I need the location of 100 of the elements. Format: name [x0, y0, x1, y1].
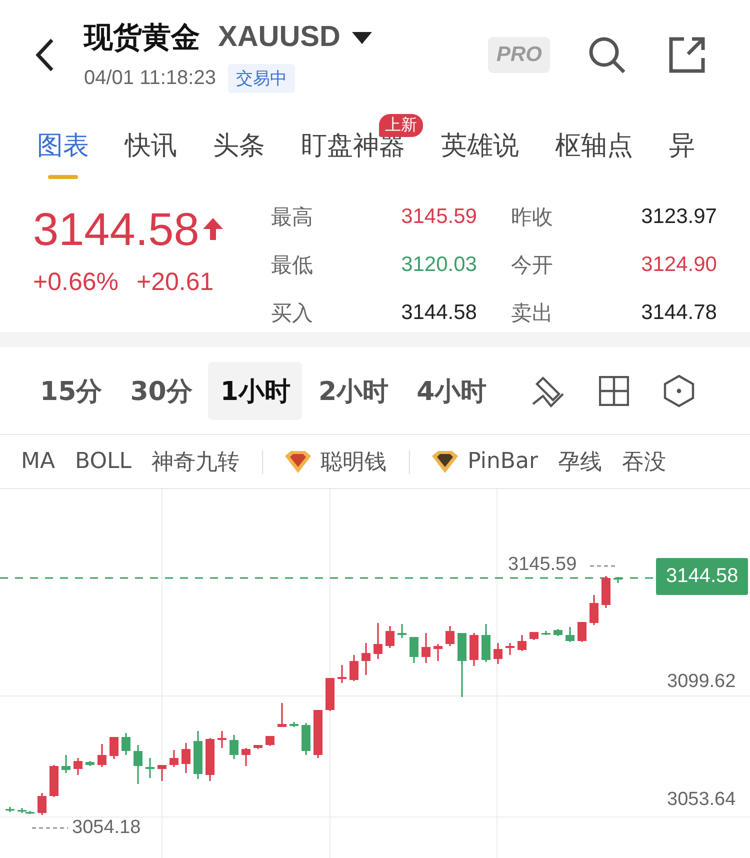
- candlestick: [134, 745, 142, 784]
- stat-label: 最高: [271, 204, 314, 231]
- candlestick: [602, 576, 610, 608]
- high-price-label: 3145.59: [508, 554, 577, 576]
- candlestick: [122, 733, 130, 755]
- indicator-button[interactable]: 吞没: [622, 446, 674, 476]
- change-percent: +0.66%: [33, 268, 118, 297]
- candlestick: [410, 637, 418, 663]
- stat-value: 3144.58: [400, 301, 477, 326]
- candlestick: [362, 643, 370, 675]
- candlestick: [302, 723, 310, 755]
- period-tab[interactable]: 4小时: [404, 362, 499, 420]
- candlestick: [6, 807, 14, 812]
- stat-label: 卖出: [510, 300, 554, 328]
- indicator-button[interactable]: 聪明钱: [282, 446, 395, 476]
- candlestick: [326, 678, 334, 711]
- candlestick: [554, 629, 562, 636]
- stat-label: 买入: [271, 300, 314, 328]
- tab[interactable]: 枢轴点: [555, 110, 633, 182]
- candlestick: [74, 758, 82, 775]
- period-tab[interactable]: 30分: [118, 362, 204, 420]
- candlestick: [146, 758, 154, 778]
- active-tab-indicator: [48, 175, 78, 179]
- candlestick: [542, 631, 550, 635]
- candlestick: [350, 655, 358, 681]
- candlestick: [518, 635, 526, 651]
- candlestick: [266, 736, 274, 746]
- indicator-button[interactable]: MA: [21, 449, 64, 474]
- candlestick: [374, 623, 382, 659]
- search-icon[interactable]: [588, 36, 626, 74]
- candlestick: [578, 622, 586, 642]
- candlestick: [98, 744, 106, 767]
- candlestick: [530, 632, 538, 640]
- dropdown-caret-icon[interactable]: [352, 30, 372, 44]
- symbol-label[interactable]: XAUUSD: [218, 21, 340, 54]
- stat-label: 今开: [510, 252, 554, 279]
- stat-value: 3120.03: [400, 252, 477, 277]
- candlestick: [206, 738, 214, 781]
- indicator-button[interactable]: BOLL: [75, 449, 140, 474]
- indicator-button[interactable]: PinBar: [430, 449, 546, 474]
- stat-value: 3144.78: [640, 301, 717, 326]
- period-tab[interactable]: 2小时: [306, 362, 401, 420]
- candlestick: [614, 577, 622, 583]
- new-badge: 上新: [379, 114, 423, 137]
- change-amount: +20.61: [136, 268, 214, 297]
- stat-label: 昨收: [510, 204, 554, 231]
- axis-price-label: 3053.64: [667, 789, 736, 811]
- instrument-title: 现货黄金: [84, 18, 200, 56]
- candlestick: [506, 643, 514, 655]
- candlestick: [590, 595, 598, 625]
- candlestick: [38, 793, 46, 815]
- candlestick: [86, 761, 94, 766]
- candlestick: [230, 735, 238, 759]
- period-tab[interactable]: 1小时: [208, 362, 302, 420]
- candlestick: [422, 633, 430, 663]
- tab[interactable]: 图表: [37, 110, 89, 182]
- trading-status-badge: 交易中: [228, 64, 295, 92]
- timestamp: 04/01 11:18:23: [84, 66, 216, 90]
- candlestick: [110, 737, 118, 759]
- candlestick: [218, 731, 226, 748]
- stat-value: 3124.90: [640, 252, 717, 277]
- axis-price-label: 3099.62: [667, 671, 736, 693]
- candlestick: [62, 755, 70, 773]
- candlestick: [242, 748, 250, 766]
- stat-value: 3123.97: [640, 204, 717, 229]
- tab[interactable]: 英雄说: [441, 110, 519, 182]
- grid-icon[interactable]: [598, 376, 629, 406]
- candlestick: [170, 750, 178, 767]
- candlestick: [458, 633, 466, 697]
- candlestick: [446, 626, 454, 646]
- hexagon-icon[interactable]: [662, 374, 695, 408]
- indicator-button[interactable]: 神奇九转: [152, 446, 248, 476]
- candlestick: [470, 633, 478, 666]
- candlestick: [50, 765, 58, 797]
- tab[interactable]: 头条: [213, 110, 265, 182]
- period-tab[interactable]: 15分: [28, 362, 114, 420]
- candlestick: [494, 643, 502, 664]
- tab[interactable]: 快讯: [125, 110, 177, 182]
- candlestick: [254, 745, 262, 749]
- candlestick: [398, 624, 406, 638]
- low-marker-line: [32, 827, 68, 829]
- candlestick: [482, 624, 490, 662]
- last-price-tag: 3144.58: [656, 558, 748, 595]
- low-price-label: 3054.18: [72, 817, 141, 839]
- candlestick: [290, 722, 298, 727]
- current-price: 3144.58: [33, 202, 200, 256]
- pen-icon[interactable]: [530, 374, 565, 408]
- candlestick: [314, 710, 322, 758]
- candlestick: [386, 626, 394, 648]
- candlestick: [434, 644, 442, 661]
- back-icon[interactable]: [34, 37, 56, 73]
- stat-value: 3145.59: [400, 204, 477, 229]
- tab[interactable]: 异: [669, 110, 695, 182]
- candlestick: [158, 765, 166, 781]
- share-icon[interactable]: [668, 36, 706, 74]
- indicator-button[interactable]: 孕线: [558, 446, 610, 476]
- candlestick: [182, 743, 190, 773]
- candlestick: [194, 731, 202, 779]
- candlestick: [566, 627, 574, 642]
- candlestick: [278, 703, 286, 727]
